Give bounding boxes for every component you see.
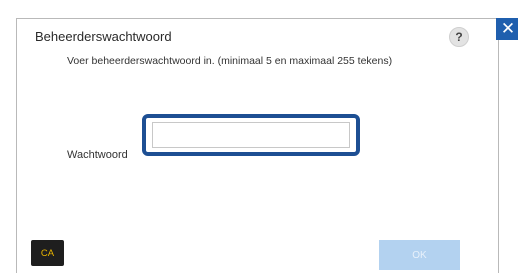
question-mark-icon: ? xyxy=(455,30,463,44)
screen: Beheerderswachtwoord ? Voer beheerderswa… xyxy=(0,0,518,278)
password-dialog: Beheerderswachtwoord ? Voer beheerderswa… xyxy=(16,18,499,274)
ok-button[interactable]: OK xyxy=(379,240,460,270)
dialog-footer: CA OK xyxy=(17,224,498,274)
dialog-title: Beheerderswachtwoord xyxy=(35,29,172,44)
password-input[interactable] xyxy=(152,122,350,148)
password-field-focus-ring xyxy=(142,114,360,156)
password-label: Wachtwoord xyxy=(67,149,128,161)
close-icon: ✕ xyxy=(500,19,516,38)
instruction-text: Voer beheerderswachtwoord in. (minimaal … xyxy=(67,55,393,67)
close-button[interactable]: ✕ xyxy=(496,18,518,40)
help-button[interactable]: ? xyxy=(449,27,469,47)
ca-button[interactable]: CA xyxy=(31,240,64,266)
